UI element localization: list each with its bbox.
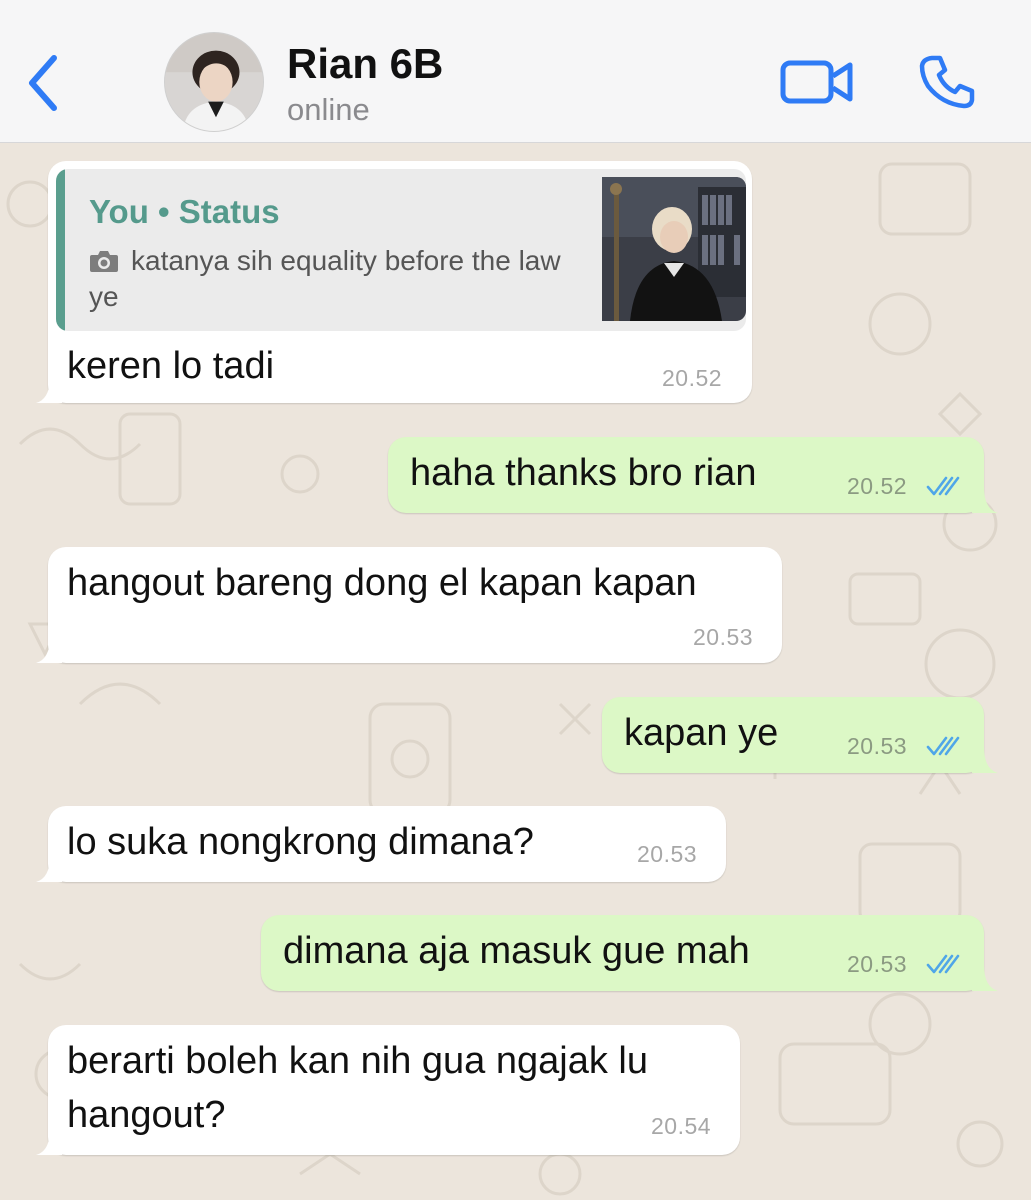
phone-icon xyxy=(919,55,975,109)
contact-avatar[interactable] xyxy=(164,32,264,132)
message-time: 20.54 xyxy=(651,1113,712,1139)
message-time: 20.52 xyxy=(847,473,908,499)
video-camera-icon xyxy=(780,60,853,104)
quote-text: katanya sih equality before the law ye xyxy=(89,245,561,312)
video-call-button[interactable] xyxy=(780,58,854,106)
bubble-tail xyxy=(36,637,62,663)
message-text: keren lo tadi xyxy=(67,345,275,387)
bubble-tail xyxy=(972,965,998,991)
quote-title: You • Status xyxy=(89,193,280,230)
chevron-left-icon xyxy=(29,55,57,111)
back-button[interactable] xyxy=(22,48,66,118)
message-bubble-incoming[interactable]: You • Status katanya sih equality before… xyxy=(36,161,752,403)
message-bubble-outgoing[interactable]: kapan ye 20.53 xyxy=(602,697,998,773)
message-time: 20.52 xyxy=(662,365,723,391)
status-thumbnail-image xyxy=(602,177,746,321)
chat-area[interactable]: You • Status katanya sih equality before… xyxy=(0,144,1031,1200)
message-time: 20.53 xyxy=(847,733,908,759)
message-text: lo suka nongkrong dimana? xyxy=(67,821,534,863)
bubble-tail xyxy=(36,1129,62,1155)
message-text: berarti boleh kan nih gua ngajak lu hang… xyxy=(67,1040,648,1136)
bubble-tail xyxy=(972,747,998,773)
bubble-tail xyxy=(972,487,998,513)
message-text: hangout bareng dong el kapan kapan xyxy=(67,562,697,604)
bubble-tail xyxy=(36,856,62,882)
message-text: kapan ye xyxy=(624,712,779,754)
message-bubble-outgoing[interactable]: haha thanks bro rian 20.52 xyxy=(388,437,998,513)
status-thumbnail[interactable] xyxy=(602,177,746,321)
message-text: haha thanks bro rian xyxy=(410,452,757,494)
contact-name[interactable]: Rian 6B xyxy=(287,40,443,88)
quoted-status[interactable]: You • Status katanya sih equality before… xyxy=(56,169,746,331)
quote-accent-bar xyxy=(56,169,65,331)
chat-header: Rian 6B online xyxy=(0,0,1031,143)
message-time: 20.53 xyxy=(637,841,698,867)
message-time: 20.53 xyxy=(847,951,908,977)
voice-call-button[interactable] xyxy=(918,54,976,110)
avatar-photo xyxy=(165,33,263,131)
message-time: 20.53 xyxy=(693,624,754,650)
read-receipt-icon xyxy=(926,954,960,974)
read-receipt-icon xyxy=(926,736,960,756)
bubble-tail xyxy=(36,377,62,403)
message-bubble-outgoing[interactable]: dimana aja masuk gue mah 20.53 xyxy=(261,915,998,991)
message-text: dimana aja masuk gue mah xyxy=(283,930,750,972)
read-receipt-icon xyxy=(926,476,960,496)
contact-status: online xyxy=(287,92,370,127)
message-bubble-incoming[interactable]: berarti boleh kan nih gua ngajak lu hang… xyxy=(36,1025,740,1155)
message-bubble-incoming[interactable]: hangout bareng dong el kapan kapan 20.53 xyxy=(36,547,782,663)
message-bubble-incoming[interactable]: lo suka nongkrong dimana? 20.53 xyxy=(36,806,726,882)
